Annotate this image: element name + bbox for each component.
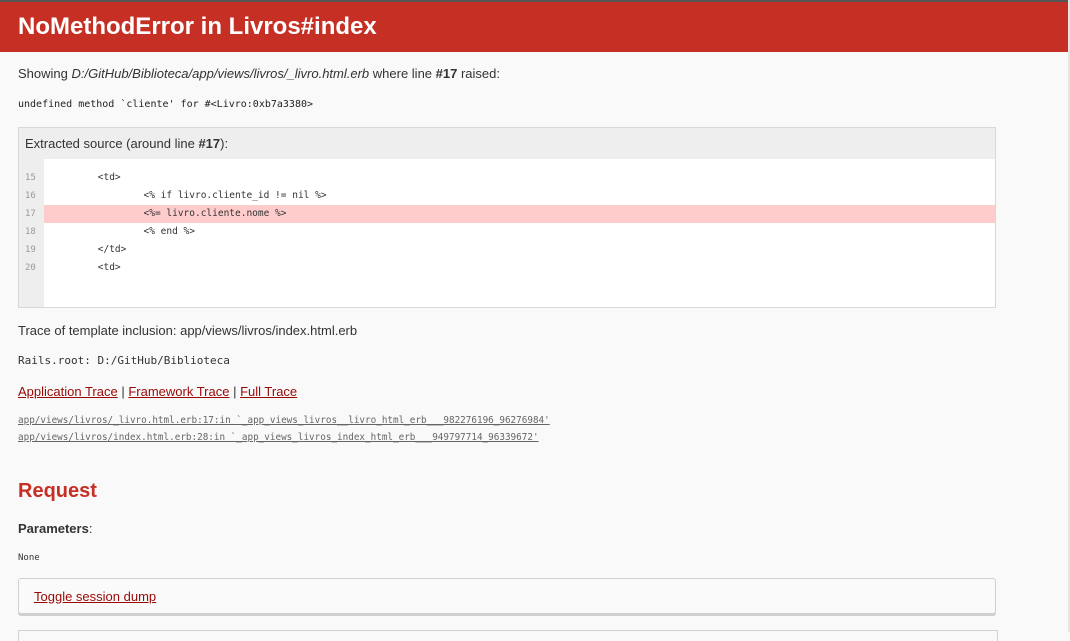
- code-line: </td>: [52, 244, 127, 255]
- template-inclusion-trace: Trace of template inclusion: app/views/l…: [18, 323, 358, 338]
- page-title: NoMethodError in Livros#index: [18, 13, 377, 40]
- application-trace-link[interactable]: Application Trace: [18, 384, 118, 399]
- showing-prefix: Showing: [18, 66, 72, 81]
- trace-separator: |: [229, 384, 241, 399]
- showing-suffix: raised:: [457, 66, 500, 81]
- parameters-label-text: Parameters: [18, 521, 89, 536]
- code-line: <td>: [52, 172, 121, 183]
- trace-entry[interactable]: app/views/livros/index.html.erb:28:in `_…: [18, 429, 1052, 446]
- extracted-source-panel: Extracted source (around line #17): 15 16…: [18, 127, 996, 308]
- showing-line: Showing D:/GitHub/Biblioteca/app/views/l…: [18, 66, 1052, 82]
- trace-links: Application Trace | Framework Trace | Fu…: [18, 384, 1052, 399]
- source-title-prefix: Extracted source (around line: [25, 136, 199, 151]
- source-code-body: 15 16 17 18 19 20 <td> <% if livro.cliente_id…: [19, 159, 995, 307]
- code-line: <td>: [52, 262, 121, 273]
- trace-list: app/views/livros/_livro.html.erb:17:in `…: [18, 412, 1052, 446]
- parameters-label: Parameters:: [18, 521, 1052, 536]
- source-title-line: #17: [198, 136, 221, 151]
- showing-middle: where line: [369, 66, 436, 81]
- template-file-path: D:/GitHub/Biblioteca/app/views/livros/_l…: [71, 66, 370, 81]
- trace-separator: |: [117, 384, 129, 399]
- line-number: 20: [25, 263, 36, 273]
- error-line-number: #17: [435, 66, 458, 81]
- error-header: NoMethodError in Livros#index: [0, 2, 1070, 52]
- code-line: <% if livro.cliente_id != nil %>: [52, 190, 327, 201]
- line-number: 19: [25, 245, 36, 255]
- error-message: undefined method `cliente' for #<Livro:0…: [18, 99, 314, 110]
- trace-entry[interactable]: app/views/livros/_livro.html.erb:17:in `…: [18, 412, 1052, 429]
- line-number-gutter: 15 16 17 18 19 20: [19, 159, 44, 307]
- source-title-suffix: ):: [220, 136, 229, 151]
- main-content: Showing D:/GitHub/Biblioteca/app/views/l…: [0, 66, 1070, 614]
- line-number: 16: [25, 191, 36, 201]
- highlighted-code-line: <%= livro.cliente.nome %>: [44, 205, 995, 223]
- line-number: 15: [25, 173, 36, 183]
- request-heading: Request: [18, 480, 97, 502]
- line-number: 18: [25, 227, 36, 237]
- extracted-source-title: Extracted source (around line #17):: [19, 128, 995, 159]
- full-trace-link[interactable]: Full Trace: [240, 384, 297, 399]
- line-number: 17: [25, 209, 36, 219]
- framework-trace-link[interactable]: Framework Trace: [128, 384, 229, 399]
- parameters-value: None: [18, 553, 40, 563]
- source-code: <td> <% if livro.cliente_id != nil %> <%…: [44, 159, 995, 307]
- rails-root: Rails.root: D:/GitHub/Biblioteca: [18, 354, 230, 367]
- code-line: <% end %>: [52, 226, 196, 237]
- toggle-session-dump-link[interactable]: Toggle session dump: [34, 589, 156, 604]
- parameters-colon: :: [88, 521, 93, 536]
- session-dump-panel: Toggle session dump: [18, 578, 996, 614]
